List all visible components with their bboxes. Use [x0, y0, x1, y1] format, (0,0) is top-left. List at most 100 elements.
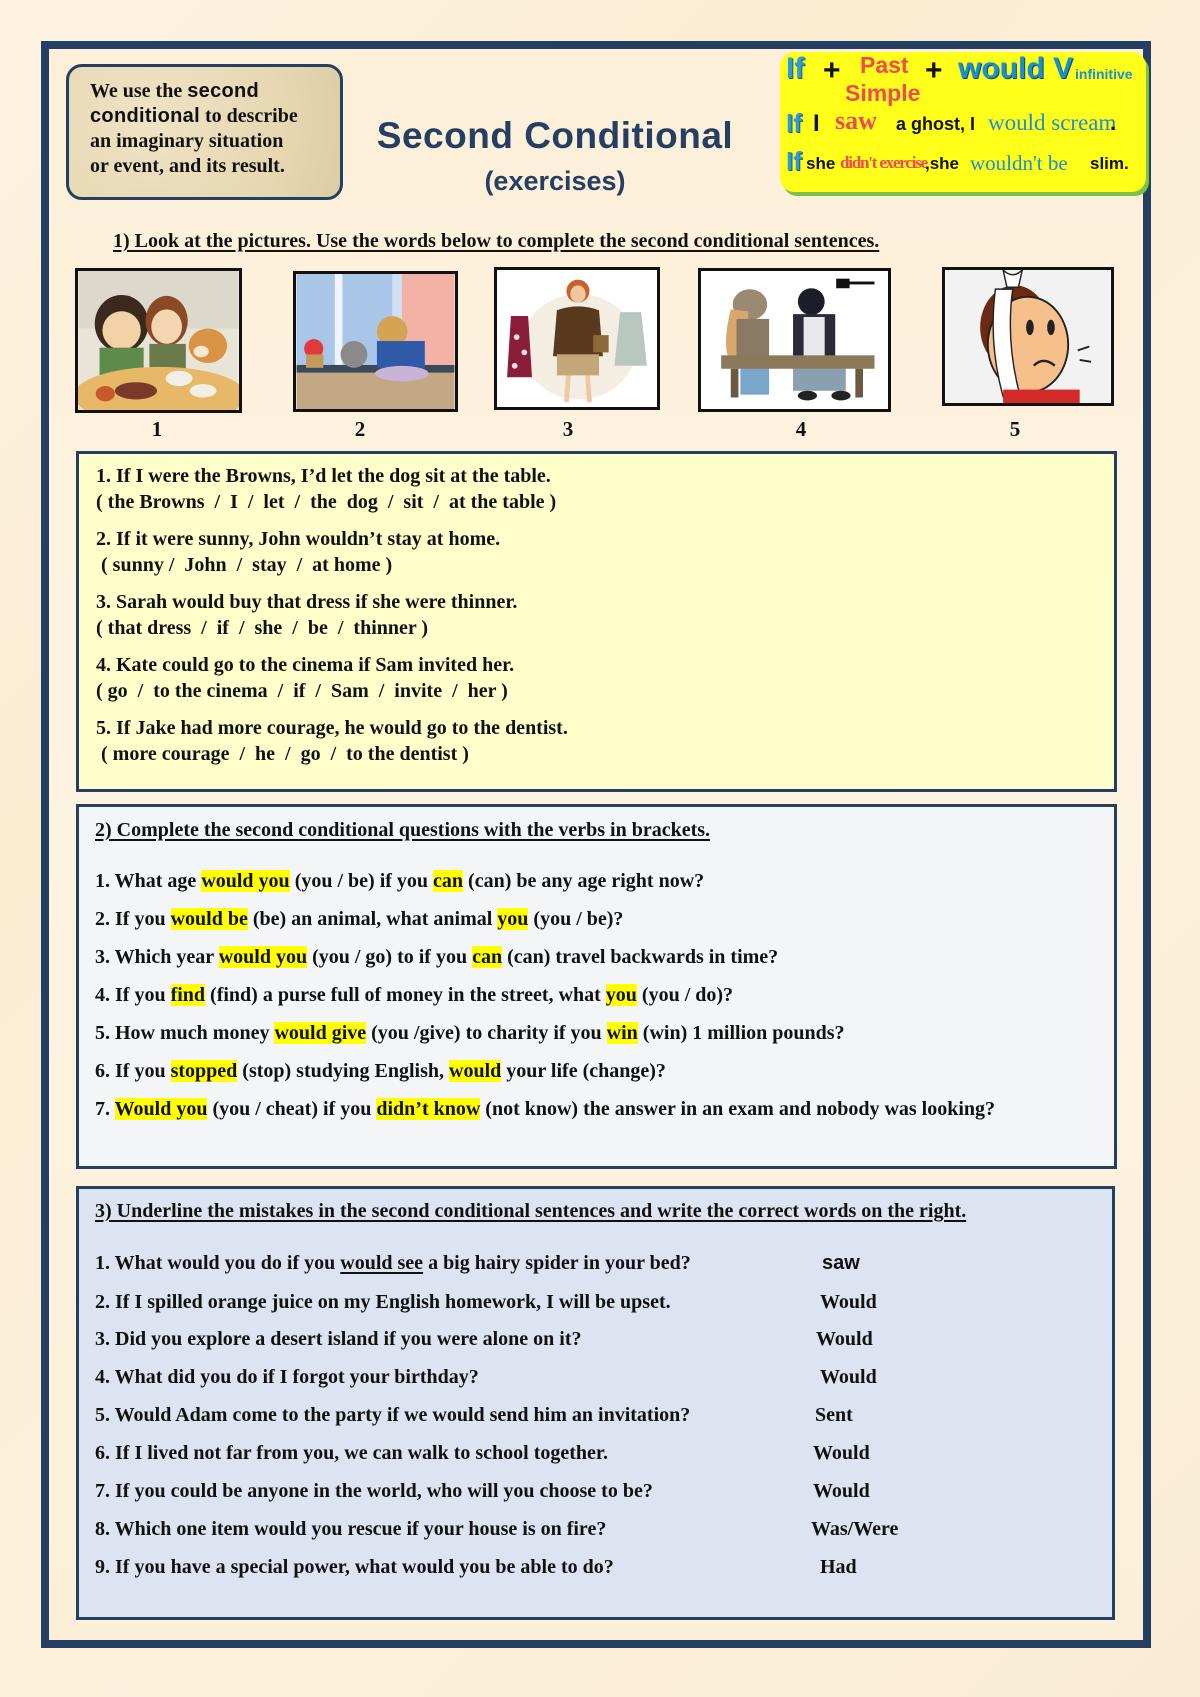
rainy-window-illustration — [296, 274, 455, 409]
intro-bold-conditional: conditional — [90, 105, 200, 127]
exercise2-box: 2) Complete the second conditional quest… — [76, 804, 1117, 1169]
correction-answer: Sent — [815, 1404, 853, 1426]
exercise1-word-prompt: ( sunny / John / stay / at home ) — [96, 554, 393, 576]
exercise3-sentence: 7. If you could be anyone in the world, … — [95, 1480, 653, 1503]
formula-plus: + — [925, 54, 943, 87]
answer-highlight: you — [497, 908, 529, 930]
exercise1-item: 3. Sarah would buy that dress if she wer… — [96, 589, 517, 641]
formula-example2-didnt: didn't exercise — [840, 153, 928, 172]
correction-answer: Would — [820, 1366, 877, 1388]
answer-highlight: would you — [218, 946, 308, 968]
formula-example1-i: I — [813, 110, 820, 137]
picture-3-number: 3 — [562, 417, 574, 441]
exercise1-sentence: 5. If Jake had more courage, he would go… — [96, 717, 568, 739]
sentence-text: 7. If you could be anyone in the world, … — [95, 1480, 653, 1502]
sentence-text: 2. If I spilled orange juice on my Engli… — [95, 1291, 671, 1313]
exercise1-word-prompt: ( the Browns / I / let / the dog / sit /… — [96, 491, 557, 513]
answer-highlight: can — [433, 870, 464, 892]
answer-highlight: find — [170, 984, 206, 1006]
question-text: (win) 1 million pounds? — [637, 1022, 845, 1044]
question-text: (find) a purse full of money in the stre… — [205, 984, 606, 1006]
answer-highlight: stopped — [170, 1060, 238, 1082]
intro-definition-box: We use the second conditional to describ… — [66, 64, 343, 200]
exercise2-question: 6. If you stopped (stop) studying Englis… — [95, 1060, 666, 1083]
intro-bold-second: second — [187, 80, 260, 102]
picture-1-number: 1 — [151, 417, 163, 441]
exercise1-item: 4. Kate could go to the cinema if Sam in… — [96, 652, 514, 704]
sentence-text: 4. What did you do if I forgot your birt… — [95, 1366, 479, 1388]
sentence-text: 1. What would you do if you — [95, 1252, 341, 1274]
picture-3 — [494, 267, 660, 410]
exercise3-sentence: 4. What did you do if I forgot your birt… — [95, 1366, 479, 1389]
answer-highlight: would be — [170, 908, 248, 930]
picture-2 — [293, 271, 458, 412]
formula-example2-wouldnt: wouldn't be — [970, 151, 1068, 175]
correction-answer: Had — [820, 1556, 857, 1578]
question-text: 7. — [95, 1098, 115, 1120]
formula-example1-would: would scream — [988, 110, 1117, 135]
formula-example2-text: ,she — [925, 154, 960, 173]
exercise3-box: 3) Underline the mistakes in the second … — [76, 1186, 1115, 1620]
picture-1 — [75, 268, 242, 413]
exercise3-sentence: 2. If I spilled orange juice on my Engli… — [95, 1291, 671, 1314]
question-text: 4. If you — [95, 984, 171, 1006]
question-text: (you /give) to charity if you — [366, 1022, 607, 1044]
exercise2-question: 3. Which year would you (you / go) to if… — [95, 946, 778, 969]
answer-highlight: Would you — [114, 1098, 208, 1120]
couple-on-bench-illustration — [702, 271, 887, 409]
exercise2-heading: 2) Complete the second conditional quest… — [95, 819, 711, 841]
exercise3-sentence: 3. Did you explore a desert island if yo… — [95, 1328, 581, 1351]
question-text: (you / be) if you — [289, 870, 434, 892]
exercise1-sentence: 4. Kate could go to the cinema if Sam in… — [96, 654, 515, 676]
woman-with-clothes-illustration — [497, 270, 657, 407]
answer-highlight: would you — [201, 870, 290, 892]
exercise1-item: 2. If it were sunny, John wouldn’t stay … — [96, 526, 500, 578]
exercise1-box: 1. If I were the Browns, I’d let the dog… — [76, 451, 1117, 792]
exercise3-heading: 3) Underline the mistakes in the second … — [95, 1200, 967, 1222]
question-text: (you / do)? — [636, 984, 734, 1006]
question-text: (you / be)? — [528, 908, 624, 930]
formula-example1-if: If — [786, 108, 802, 138]
sentence-text: 3. Did you explore a desert island if yo… — [95, 1328, 582, 1350]
intro-text: to describe — [199, 105, 298, 127]
question-text: 1. What age — [95, 870, 202, 892]
exercise3-sentence: 5. Would Adam come to the party if we wo… — [95, 1404, 690, 1427]
exercise1-item: 5. If Jake had more courage, he would go… — [96, 715, 568, 767]
correction-answer: Would — [813, 1442, 870, 1464]
question-text: 5. How much money — [95, 1022, 275, 1044]
page-title: Second Conditional — [376, 115, 734, 156]
toothache-man-illustration — [945, 270, 1111, 403]
formula-if: If — [786, 52, 805, 85]
exercise1-sentence: 1. If I were the Browns, I’d let the dog… — [96, 465, 551, 487]
exercise3-sentence: 9. If you have a special power, what wou… — [95, 1556, 614, 1579]
picture-5-number: 5 — [1009, 417, 1021, 441]
question-text: (stop) studying English, — [237, 1060, 450, 1082]
formula-box: If + Past Simple + would V infinitive If… — [780, 52, 1146, 192]
formula-would-v: would V — [958, 52, 1073, 85]
intro-text: We use the — [90, 80, 188, 102]
formula-example2-if: If — [786, 146, 802, 176]
exercise1-word-prompt: ( more courage / he / go / to the dentis… — [96, 743, 469, 765]
formula-plus: + — [823, 54, 841, 87]
answer-highlight: would give — [274, 1022, 367, 1044]
picture-4 — [698, 268, 891, 412]
sentence-text: 8. Which one item would you rescue if yo… — [95, 1518, 607, 1540]
exercise1-sentence: 3. Sarah would buy that dress if she wer… — [96, 591, 518, 613]
question-text: (you / cheat) if you — [207, 1098, 377, 1120]
exercise1-sentence: 2. If it were sunny, John wouldn’t stay … — [96, 528, 501, 550]
question-text: (can) be any age right now? — [463, 870, 705, 892]
sentence-text: 5. Would Adam come to the party if we wo… — [95, 1404, 691, 1426]
formula-example1-dot: . — [1110, 110, 1117, 135]
intro-text: or event, and its result. — [90, 155, 285, 177]
question-text: 3. Which year — [95, 946, 219, 968]
question-text: 2. If you — [95, 908, 171, 930]
formula-simple: Simple — [845, 80, 921, 106]
question-text: (you / go) to if you — [307, 946, 473, 968]
exercise1-word-prompt: ( that dress / if / she / be / thinner ) — [96, 617, 429, 639]
sentence-text: 9. If you have a special power, what wou… — [95, 1556, 614, 1578]
correction-answer: Would — [816, 1328, 873, 1350]
formula-example1-text: a ghost, I — [896, 114, 976, 134]
question-text: (not know) the answer in an exam and nob… — [480, 1098, 996, 1120]
exercise3-sentence: 6. If I lived not far from you, we can w… — [95, 1442, 608, 1465]
correction-answer: Was/Were — [811, 1518, 899, 1540]
